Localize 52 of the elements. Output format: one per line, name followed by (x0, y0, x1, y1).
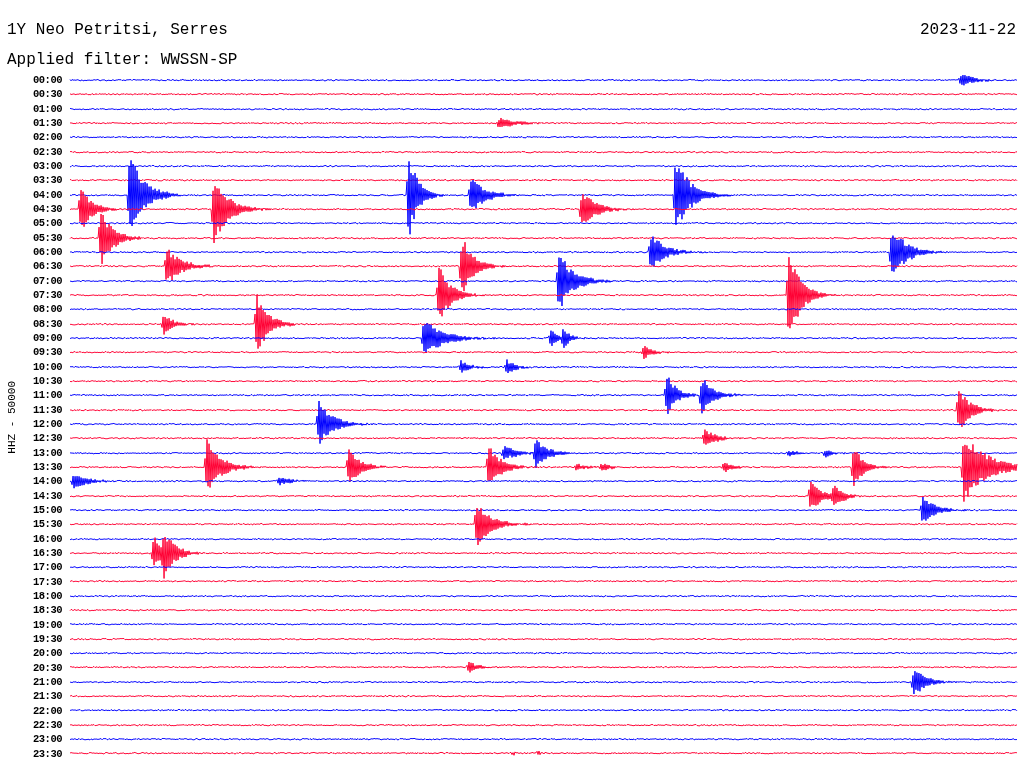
time-label: 15:30 (32, 518, 62, 531)
time-label: 04:30 (32, 203, 62, 216)
time-label: 20:00 (32, 647, 62, 660)
time-label: 20:30 (32, 661, 62, 674)
time-label: 13:30 (32, 461, 62, 473)
time-label: 22:00 (32, 704, 62, 717)
time-label: 17:00 (32, 561, 62, 574)
time-label: 22:30 (32, 718, 62, 731)
time-label: 00:00 (32, 74, 62, 87)
time-label: 15:00 (32, 504, 62, 516)
time-label: 11:00 (32, 389, 62, 402)
time-label: 01:30 (32, 117, 62, 130)
time-label: 05:30 (32, 231, 62, 244)
time-label: 18:00 (32, 589, 62, 602)
date-label: 2023-11-22 (920, 20, 1016, 40)
time-label: 21:30 (32, 690, 62, 703)
time-label: 10:00 (32, 360, 62, 373)
time-label: 16:30 (32, 547, 62, 559)
time-label: 10:30 (32, 375, 62, 388)
time-label: 14:30 (32, 489, 62, 502)
time-label: 17:30 (32, 575, 62, 588)
time-label: 08:00 (32, 303, 62, 316)
time-label: 11:30 (32, 403, 62, 416)
time-label: 06:30 (32, 260, 62, 273)
time-label: 09:30 (32, 346, 62, 359)
time-label: 04:00 (32, 188, 62, 201)
time-label: 12:30 (32, 432, 62, 445)
time-label: 03:30 (32, 174, 62, 187)
time-label: 08:30 (32, 317, 62, 330)
time-label: 23:30 (32, 747, 62, 760)
station-title: 1Y Neo Petritsi, Serres (7, 20, 228, 40)
time-label: 05:00 (32, 217, 62, 230)
time-label: 01:00 (32, 102, 62, 115)
time-label: 21:00 (32, 675, 62, 688)
time-label: 23:00 (32, 733, 62, 746)
time-label: 12:00 (32, 418, 62, 431)
time-label: 09:00 (32, 332, 62, 345)
time-label: 19:30 (32, 632, 62, 645)
time-label: 03:00 (32, 160, 62, 173)
time-label: 00:30 (32, 88, 62, 101)
time-label: 07:30 (32, 289, 62, 302)
time-label: 14:00 (32, 475, 62, 488)
time-label: 07:00 (32, 274, 62, 287)
time-label: 06:00 (32, 246, 62, 259)
filter-label: Applied filter: WWSSN-SP (6, 50, 239, 70)
time-label: 13:00 (32, 446, 62, 459)
axis-label: HHZ - 50000 (6, 380, 18, 454)
time-label: 02:30 (32, 145, 62, 158)
time-label: 02:00 (32, 131, 62, 144)
time-label: 16:00 (32, 532, 62, 545)
time-label: 18:30 (32, 604, 62, 617)
time-label: 19:00 (32, 618, 62, 631)
